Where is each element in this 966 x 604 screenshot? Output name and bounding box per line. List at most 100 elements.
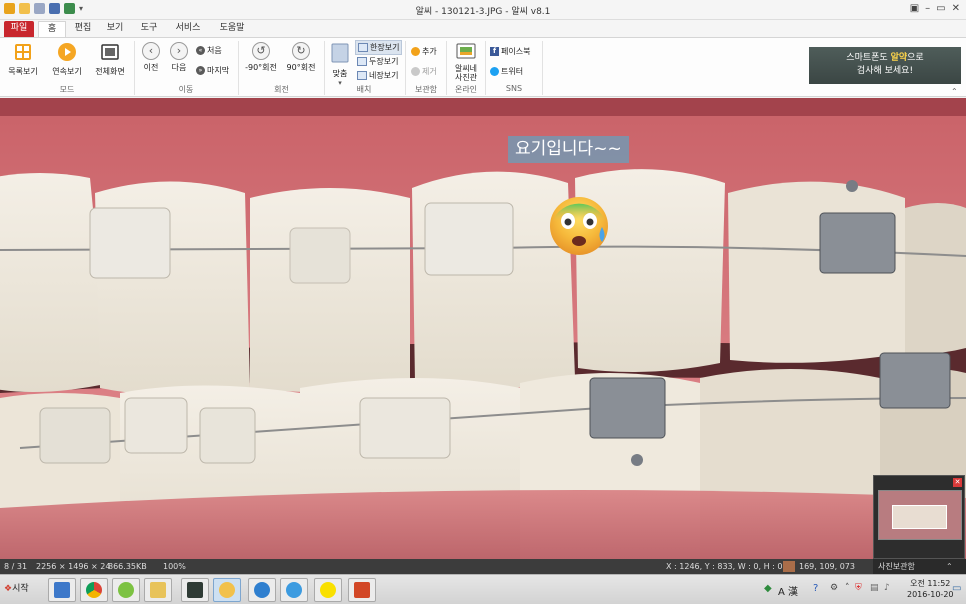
- double-view-label: 두장보기: [369, 57, 399, 66]
- group-label-online: 온라인: [454, 85, 478, 94]
- media-player-taskbar-icon[interactable]: [48, 578, 76, 602]
- facebook-icon: f: [490, 47, 499, 56]
- maximize-button[interactable]: ▭: [936, 3, 945, 14]
- group-label-layout: 배치: [356, 85, 372, 94]
- fit-screen-icon: [331, 43, 349, 63]
- tray-expand-icon[interactable]: ˄: [845, 583, 850, 593]
- last-label: 마지막: [207, 66, 230, 75]
- thumbnail-navigator[interactable]: ✕: [873, 475, 965, 559]
- close-button[interactable]: ✕: [952, 3, 960, 14]
- settings-tray-icon[interactable]: ⚙: [830, 583, 838, 593]
- prev-button[interactable]: ‹ 이전: [140, 42, 162, 73]
- fullscreen-label: 전체화면: [95, 67, 125, 76]
- photo-studio-button[interactable]: 알씨네 사진관: [449, 42, 483, 82]
- thumbnail-preview[interactable]: [878, 490, 962, 540]
- alsee-taskbar-icon[interactable]: [213, 578, 241, 602]
- rotate-right-label: 90°회전: [286, 63, 316, 72]
- remove-label: 제거: [422, 67, 437, 76]
- group-label-rotate: 회전: [274, 85, 289, 94]
- rotate-ccw-icon: ↺: [252, 42, 270, 60]
- grid-list-icon: [15, 44, 31, 60]
- chrome-taskbar-icon[interactable]: [80, 578, 108, 602]
- fit-button[interactable]: 맞춤 ▾: [328, 42, 352, 87]
- tab-service[interactable]: 서비스: [170, 21, 206, 37]
- slideshow-button[interactable]: 연속보기: [48, 42, 86, 77]
- group-label-move: 이동: [178, 85, 194, 94]
- remove-from-storage-button[interactable]: 제거: [411, 66, 437, 77]
- photo-studio-icon: [456, 43, 476, 59]
- help-tray-icon[interactable]: ?: [813, 583, 818, 594]
- volume-tray-icon[interactable]: ♪: [884, 583, 890, 593]
- close-icon[interactable]: ✕: [953, 478, 962, 487]
- quad-view-button[interactable]: 네장보기: [357, 70, 398, 81]
- restore-icon[interactable]: ▣: [910, 3, 919, 14]
- double-view-button[interactable]: 두장보기: [357, 56, 398, 67]
- powerpoint-taskbar-icon[interactable]: [348, 578, 376, 602]
- ie-taskbar-icon[interactable]: [280, 578, 308, 602]
- single-view-button[interactable]: 한장보기: [355, 40, 403, 55]
- clock-time: 오전 11:52: [910, 579, 951, 588]
- group-separator: [542, 41, 543, 95]
- single-view-label: 한장보기: [370, 43, 400, 52]
- app-taskbar-icon[interactable]: [181, 578, 209, 602]
- fit-label: 맞춤: [332, 69, 348, 78]
- group-label-storage: 보관함: [414, 85, 438, 94]
- quad-view-label: 네장보기: [369, 71, 399, 80]
- window-title: 알씨 - 130121-3.JPG - 알씨 v8.1: [415, 7, 551, 17]
- twitter-icon: [490, 67, 499, 76]
- rotate-right-button[interactable]: ↻ 90°회전: [283, 42, 319, 73]
- windows-logo-icon: ❖: [4, 584, 13, 594]
- last-button[interactable]: » 마지막: [196, 65, 229, 76]
- promo-banner[interactable]: 스마트폰도 알약으로 검사해 보세요!: [809, 47, 961, 84]
- start-label: 시작: [12, 584, 29, 594]
- first-label: 처음: [207, 46, 222, 55]
- tab-edit[interactable]: 편집: [70, 21, 96, 37]
- twitter-button[interactable]: 트위터: [490, 66, 523, 77]
- chevron-up-icon[interactable]: ⌃: [946, 559, 953, 574]
- fullscreen-button[interactable]: 전체화면: [91, 42, 129, 77]
- list-view-button[interactable]: 목록보기: [4, 42, 42, 77]
- first-button[interactable]: « 처음: [196, 45, 222, 56]
- group-label-sns: SNS: [505, 84, 523, 93]
- kakaotalk-taskbar-icon[interactable]: [314, 578, 342, 602]
- facebook-button[interactable]: f 페이스북: [490, 46, 530, 57]
- tab-home[interactable]: 홈: [38, 21, 66, 37]
- tab-view[interactable]: 보기: [102, 21, 128, 37]
- viewport-frame[interactable]: [892, 505, 947, 529]
- tab-file[interactable]: 파일: [4, 21, 34, 37]
- show-desktop-icon[interactable]: ▭: [952, 583, 961, 594]
- image-index: 8 / 31: [4, 562, 28, 571]
- title-bar: ▾ 알씨 - 130121-3.JPG - 알씨 v8.1 ▣ – ▭ ✕: [0, 0, 966, 20]
- tab-tools[interactable]: 도구: [136, 21, 162, 37]
- start-button[interactable]: ❖시작: [2, 578, 36, 601]
- single-page-icon: [358, 43, 368, 52]
- ribbon: 목록보기 연속보기 전체화면 모드 ‹ 이전 › 다음 « 처음 » 마지막 이…: [0, 37, 966, 97]
- twitter-label: 트위터: [501, 67, 524, 76]
- promo-text: 스마트폰도: [846, 53, 891, 63]
- group-label-mode: 모드: [59, 85, 75, 94]
- add-to-storage-button[interactable]: 추가: [411, 46, 437, 57]
- photo-studio-label-2: 사진관: [454, 73, 478, 82]
- promo-brand: 알약: [890, 53, 908, 63]
- ime-indicator[interactable]: A 漢: [778, 583, 798, 598]
- sync-taskbar-icon[interactable]: [248, 578, 276, 602]
- tab-help[interactable]: 도움말: [214, 21, 250, 37]
- skip-last-icon: »: [196, 66, 205, 75]
- clock[interactable]: 오전 11:52 2016-10-20: [907, 578, 954, 600]
- image-viewer[interactable]: [0, 98, 966, 559]
- security-tray-icon[interactable]: ⛨: [855, 583, 862, 593]
- anxious-face-emoji-icon: [550, 197, 608, 255]
- file-explorer-taskbar-icon[interactable]: [144, 578, 172, 602]
- rotate-left-button[interactable]: ↺ -90°회전: [243, 42, 279, 73]
- minimize-button[interactable]: –: [925, 3, 930, 14]
- network-tray-icon[interactable]: ◆: [764, 583, 772, 594]
- next-button[interactable]: › 다음: [168, 42, 190, 73]
- chevron-right-icon: ›: [170, 42, 188, 60]
- promo-line-1: 스마트폰도 알약으로: [809, 52, 961, 65]
- rotate-cw-icon: ↻: [292, 42, 310, 60]
- printer-tray-icon[interactable]: ▤: [870, 583, 879, 593]
- promo-line-2: 검사해 보세요!: [856, 66, 914, 76]
- collapse-ribbon-icon[interactable]: ⌃: [951, 87, 958, 96]
- chevron-left-icon: ‹: [142, 42, 160, 60]
- browser-taskbar-icon[interactable]: [112, 578, 140, 602]
